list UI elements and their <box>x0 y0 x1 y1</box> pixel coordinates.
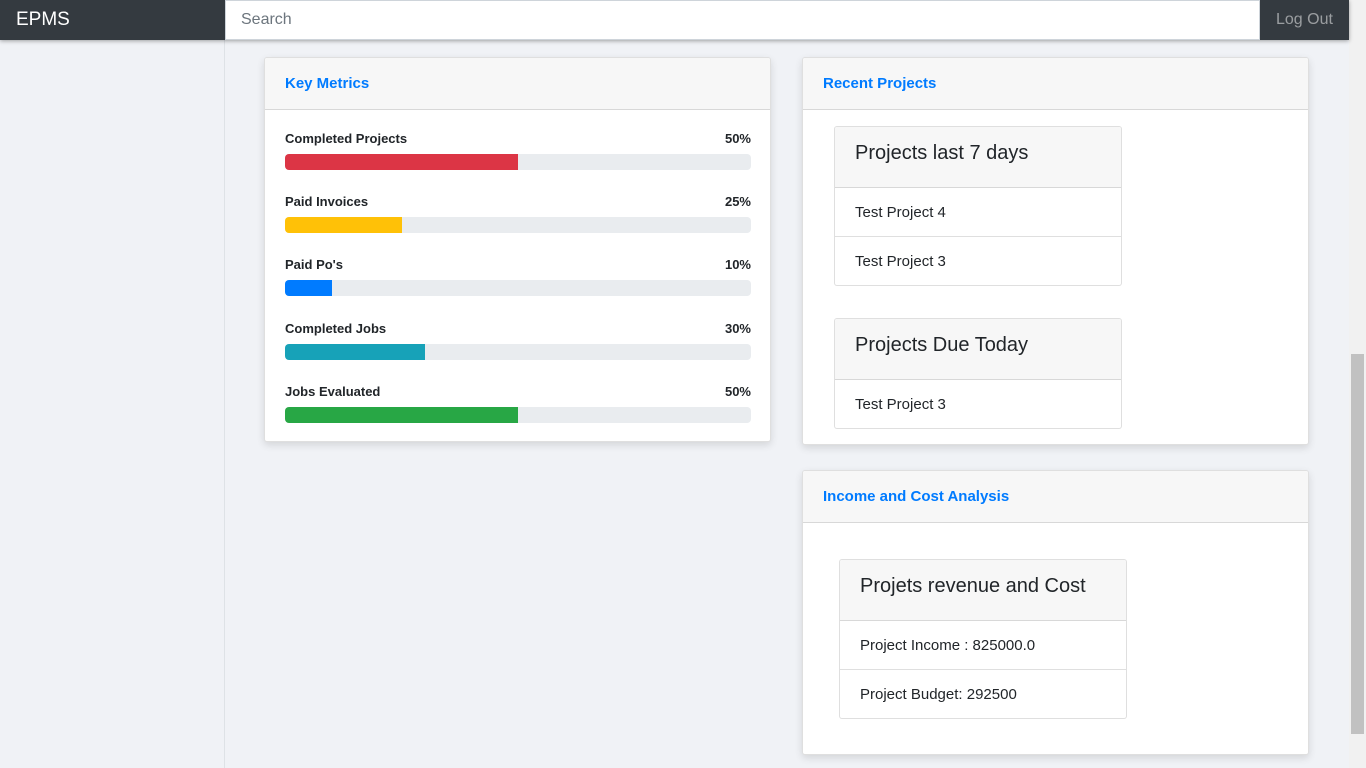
revenue-cost-box: Projets revenue and Cost Project Income … <box>839 559 1127 719</box>
metric-paid-invoices: Paid Invoices 25% <box>285 194 751 233</box>
projects-due-today: Projects Due Today Test Project 3 <box>834 318 1122 429</box>
metric-label: Jobs Evaluated <box>285 384 381 399</box>
metric-jobs-evaluated: Jobs Evaluated 50% <box>285 384 751 423</box>
project-income: Project Income : 825000.0 <box>840 621 1126 670</box>
revenue-cost-title: Projets revenue and Cost <box>840 560 1126 621</box>
progress-fill <box>285 280 332 296</box>
progress-track <box>285 154 751 170</box>
brand-logo[interactable]: EPMS <box>16 0 70 40</box>
income-cost-title: Income and Cost Analysis <box>803 471 1308 523</box>
list-item[interactable]: Test Project 3 <box>835 237 1121 285</box>
income-cost-card: Income and Cost Analysis Projets revenue… <box>802 470 1309 755</box>
metric-percent: 25% <box>724 194 751 209</box>
progress-fill <box>285 407 518 423</box>
progress-fill <box>285 217 402 233</box>
metric-label: Completed Jobs <box>285 321 387 336</box>
metric-percent: 30% <box>724 321 751 336</box>
sidebar <box>0 40 225 768</box>
vertical-scrollbar[interactable] <box>1349 0 1366 768</box>
recent-projects-card: Recent Projects Projects last 7 days Tes… <box>802 57 1309 445</box>
metric-paid-pos: Paid Po's 10% <box>285 257 751 296</box>
key-metrics-title: Key Metrics <box>265 58 770 110</box>
scrollbar-thumb[interactable] <box>1351 354 1364 734</box>
list-item[interactable]: Test Project 4 <box>835 188 1121 237</box>
metric-label: Paid Po's <box>285 257 343 272</box>
list-item[interactable]: Test Project 3 <box>835 380 1121 428</box>
metric-label: Completed Projects <box>285 131 408 146</box>
project-budget: Project Budget: 292500 <box>860 686 1017 703</box>
projects-last-7-days: Projects last 7 days Test Project 4 Test… <box>834 126 1122 286</box>
progress-track <box>285 280 751 296</box>
metric-completed-projects: Completed Projects 50% <box>285 131 751 170</box>
metric-completed-jobs: Completed Jobs 30% <box>285 321 751 360</box>
progress-fill <box>285 154 518 170</box>
recent-projects-title: Recent Projects <box>803 58 1308 110</box>
progress-fill <box>285 344 425 360</box>
search-input[interactable] <box>225 0 1260 40</box>
metric-percent: 50% <box>724 384 751 399</box>
top-navbar: EPMS Log Out <box>0 0 1349 40</box>
progress-track <box>285 407 751 423</box>
progress-track <box>285 344 751 360</box>
metric-percent: 10% <box>724 257 751 272</box>
projects-last-7-days-title: Projects last 7 days <box>835 127 1121 188</box>
projects-due-today-title: Projects Due Today <box>835 319 1121 380</box>
progress-track <box>285 217 751 233</box>
logout-link[interactable]: Log Out <box>1276 0 1333 40</box>
key-metrics-card: Key Metrics Completed Projects 50% Paid … <box>264 57 771 442</box>
metric-percent: 50% <box>724 131 751 146</box>
metric-label: Paid Invoices <box>285 194 369 209</box>
